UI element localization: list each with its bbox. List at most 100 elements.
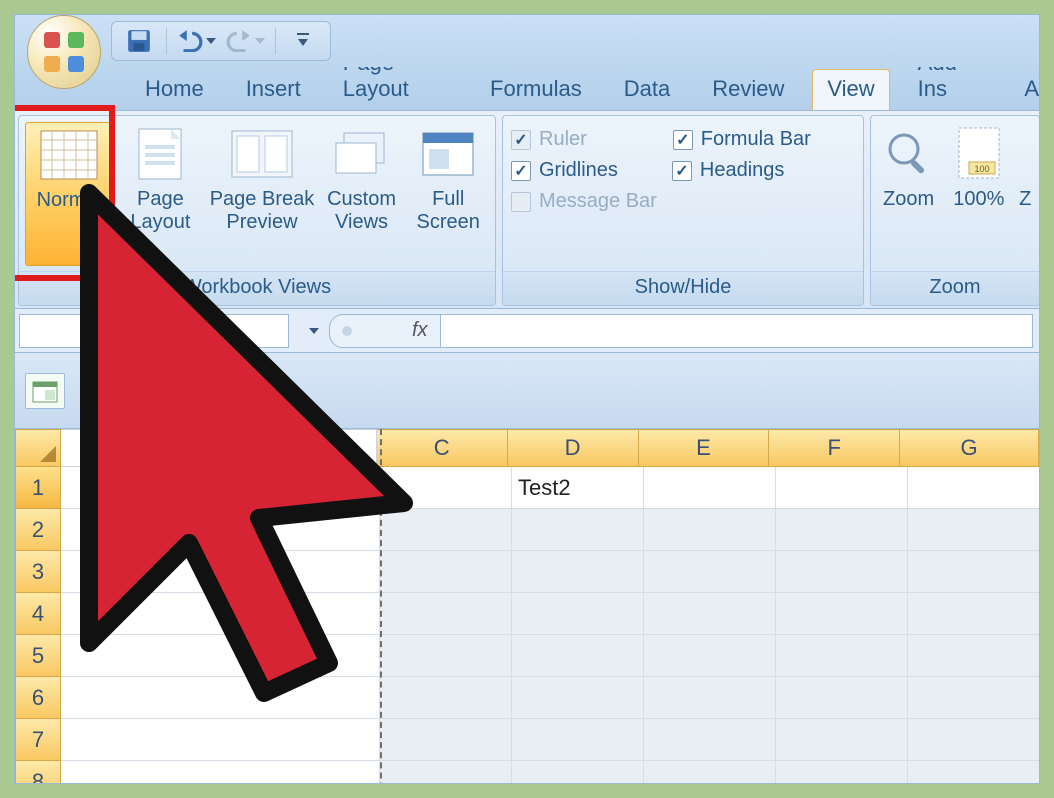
- group-show-hide: Ruler Formula Bar Gridlines Headings: [502, 115, 864, 306]
- column-header-c[interactable]: C: [377, 429, 508, 467]
- cell[interactable]: [908, 719, 1039, 761]
- tab-home[interactable]: Home: [131, 70, 218, 110]
- row-header-4[interactable]: 4: [15, 593, 61, 635]
- row-header-6[interactable]: 6: [15, 677, 61, 719]
- cell[interactable]: [776, 551, 908, 593]
- cell[interactable]: [908, 761, 1039, 784]
- normal-view-button[interactable]: Normal: [25, 122, 113, 266]
- chevron-down-icon: [206, 38, 216, 44]
- cell[interactable]: [380, 677, 512, 719]
- cell[interactable]: [776, 761, 908, 784]
- page-100-icon: 100: [947, 124, 1011, 184]
- row-header-3[interactable]: 3: [15, 551, 61, 593]
- name-box[interactable]: [19, 314, 289, 348]
- zoom-button[interactable]: Zoom: [875, 122, 942, 266]
- cell[interactable]: [61, 719, 380, 761]
- cell[interactable]: [380, 509, 512, 551]
- worksheet[interactable]: C D E F G 1 2 3 4 5 6 7 8 Test2: [15, 429, 1039, 784]
- cell[interactable]: [61, 593, 380, 635]
- cell[interactable]: [644, 635, 776, 677]
- save-button[interactable]: [122, 26, 156, 56]
- cell[interactable]: [512, 635, 644, 677]
- fx-label[interactable]: fx: [412, 319, 428, 342]
- custom-views-button[interactable]: Custom Views: [320, 122, 404, 266]
- column-header-d[interactable]: D: [508, 429, 639, 467]
- custom-views-icon: [330, 124, 394, 184]
- cell[interactable]: [776, 677, 908, 719]
- cell[interactable]: [776, 593, 908, 635]
- row-header-5[interactable]: 5: [15, 635, 61, 677]
- tab-view[interactable]: View: [812, 69, 889, 110]
- cell[interactable]: [776, 509, 908, 551]
- cell[interactable]: [512, 551, 644, 593]
- cell[interactable]: Test2: [512, 467, 644, 509]
- cell[interactable]: [380, 719, 512, 761]
- cell[interactable]: [776, 719, 908, 761]
- cell[interactable]: [644, 719, 776, 761]
- cells-area[interactable]: Test2: [61, 467, 1039, 784]
- name-box-dropdown[interactable]: [295, 314, 329, 348]
- cell[interactable]: [776, 467, 908, 509]
- gridlines-checkbox[interactable]: Gridlines: [511, 159, 618, 182]
- cell[interactable]: [61, 677, 380, 719]
- cell[interactable]: [644, 551, 776, 593]
- cell[interactable]: [908, 635, 1039, 677]
- row-header-8[interactable]: 8: [15, 761, 61, 784]
- headings-checkbox[interactable]: Headings: [672, 159, 785, 182]
- cell[interactable]: [644, 761, 776, 784]
- cell[interactable]: [644, 509, 776, 551]
- redo-button[interactable]: [226, 26, 265, 56]
- cell[interactable]: [512, 509, 644, 551]
- cell[interactable]: [908, 677, 1039, 719]
- column-header-left-pane[interactable]: [61, 429, 377, 467]
- cell[interactable]: [61, 761, 380, 784]
- tab-formulas[interactable]: Formulas: [476, 70, 596, 110]
- workbook-icon[interactable]: [25, 373, 65, 409]
- cancel-icon[interactable]: [342, 326, 352, 336]
- row-header-2[interactable]: 2: [15, 509, 61, 551]
- page-layout-button[interactable]: Page Layout: [117, 122, 205, 266]
- zoom-100-label: 100%: [953, 188, 1004, 211]
- office-button[interactable]: [27, 15, 101, 89]
- cell[interactable]: [380, 593, 512, 635]
- cell[interactable]: [908, 509, 1039, 551]
- group-workbook-views: Normal Page Layout Page Break Preview: [18, 115, 496, 306]
- zoom-to-selection-button[interactable]: Z: [1016, 122, 1035, 266]
- tab-truncated[interactable]: A: [1010, 70, 1039, 110]
- cell[interactable]: [644, 677, 776, 719]
- cell[interactable]: [776, 635, 908, 677]
- cell[interactable]: [380, 635, 512, 677]
- row-header-7[interactable]: 7: [15, 719, 61, 761]
- formula-input[interactable]: [441, 314, 1033, 348]
- undo-button[interactable]: [177, 26, 216, 56]
- cell[interactable]: [644, 593, 776, 635]
- page-break-preview-button[interactable]: Page Break Preview: [208, 122, 316, 266]
- cell[interactable]: [512, 761, 644, 784]
- cell[interactable]: [380, 551, 512, 593]
- cell[interactable]: [61, 551, 380, 593]
- cell[interactable]: [512, 677, 644, 719]
- cell[interactable]: [512, 593, 644, 635]
- tab-insert[interactable]: Insert: [232, 70, 315, 110]
- column-header-f[interactable]: F: [769, 429, 900, 467]
- full-screen-button[interactable]: Full Screen: [407, 122, 489, 266]
- qat-customize-button[interactable]: [286, 26, 320, 56]
- cell[interactable]: [61, 635, 380, 677]
- tab-data[interactable]: Data: [610, 70, 684, 110]
- column-header-g[interactable]: G: [900, 429, 1039, 467]
- cell[interactable]: [908, 551, 1039, 593]
- cell[interactable]: [644, 467, 776, 509]
- cell[interactable]: [380, 467, 512, 509]
- cell[interactable]: [908, 593, 1039, 635]
- column-header-e[interactable]: E: [639, 429, 770, 467]
- formula-bar-checkbox[interactable]: Formula Bar: [673, 128, 811, 151]
- cell[interactable]: [61, 509, 380, 551]
- cell[interactable]: [512, 719, 644, 761]
- zoom-100-button[interactable]: 100 100%: [946, 122, 1011, 266]
- cell[interactable]: [61, 467, 380, 509]
- select-all-corner[interactable]: [15, 429, 61, 467]
- tab-review[interactable]: Review: [698, 70, 798, 110]
- cell[interactable]: [908, 467, 1039, 509]
- cell[interactable]: [380, 761, 512, 784]
- row-header-1[interactable]: 1: [15, 467, 61, 509]
